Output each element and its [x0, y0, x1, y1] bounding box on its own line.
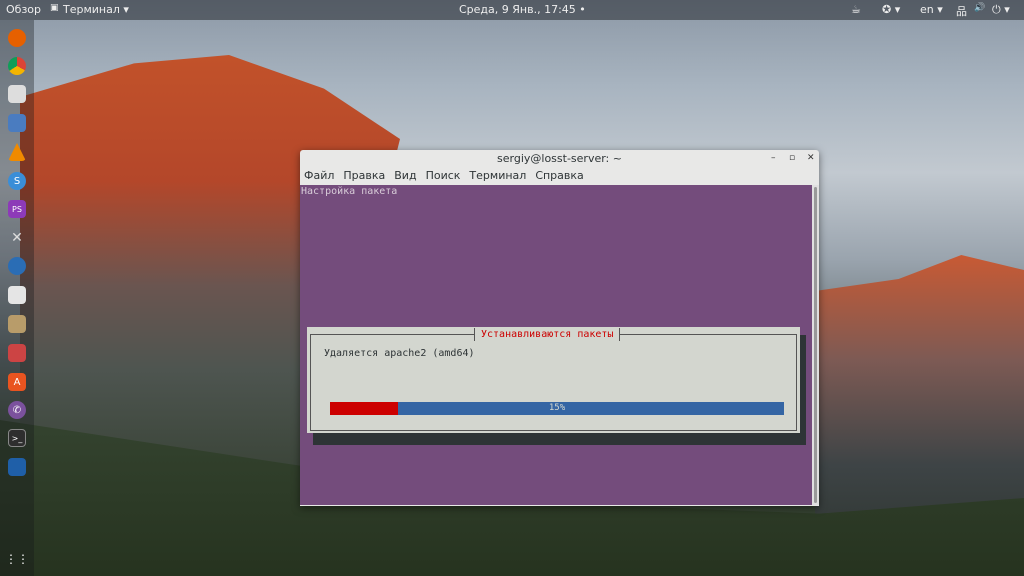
dock: S PS ✕ A ✆ >_ ⋮⋮ [0, 20, 34, 576]
terminal-area[interactable]: Настройка пакета Устанавливаются пакеты … [300, 185, 812, 505]
minimize-button[interactable]: – [771, 150, 776, 167]
terminal-small-icon: ▣ [50, 3, 59, 13]
maximize-button[interactable]: ▫ [789, 150, 795, 167]
power-icon[interactable]: ⏻ ▾ [992, 3, 1010, 17]
firefox-icon[interactable] [8, 29, 26, 47]
app-menu[interactable]: Терминал ▾ [63, 3, 129, 16]
accessibility-icon[interactable]: ✪ ▾ [882, 3, 900, 16]
progress-bar: 15% [330, 402, 784, 415]
top-bar: Обзор ▣ Терминал ▾ Среда, 9 Янв., 17:45 … [0, 0, 1024, 20]
vlc-icon[interactable] [8, 143, 26, 161]
scrollbar-thumb[interactable] [814, 187, 817, 503]
apps-grid-icon[interactable]: ⋮⋮ [5, 550, 29, 568]
menu-terminal[interactable]: Терминал [469, 167, 526, 185]
dialog-frame: Устанавливаются пакеты Удаляется apache2… [310, 328, 797, 431]
menu-file[interactable]: Файл [304, 167, 334, 185]
network-icon[interactable]: 品 [956, 3, 967, 19]
menu-help[interactable]: Справка [535, 167, 583, 185]
window-titlebar[interactable]: sergiy@losst-server: ~ – ▫ ✕ [300, 150, 819, 167]
tools-icon[interactable]: ✕ [8, 229, 26, 247]
software-center-icon[interactable]: A [8, 373, 26, 391]
image-viewer-icon[interactable] [8, 315, 26, 333]
scrollbar[interactable] [812, 185, 819, 505]
tweak-icon[interactable] [8, 85, 26, 103]
calculator-icon[interactable] [8, 286, 26, 304]
language-selector[interactable]: en ▾ [920, 3, 943, 16]
progress-fill [330, 402, 399, 415]
menu-bar: Файл Правка Вид Поиск Терминал Справка [300, 167, 819, 185]
chrome-icon[interactable] [8, 57, 26, 75]
dialog-title: Устанавливаются пакеты [474, 328, 621, 341]
window-title: sergiy@losst-server: ~ [497, 152, 622, 165]
installer-icon[interactable] [8, 344, 26, 362]
phpstorm-icon[interactable]: PS [8, 200, 26, 218]
terminal-icon[interactable]: >_ [8, 429, 26, 447]
thunderbird-icon[interactable] [8, 257, 26, 275]
menu-search[interactable]: Поиск [426, 167, 461, 185]
progress-label: 15% [548, 403, 566, 413]
volume-icon[interactable]: 🔊 [974, 3, 985, 13]
files-icon[interactable] [8, 114, 26, 132]
close-button[interactable]: ✕ [807, 150, 815, 167]
menu-edit[interactable]: Правка [343, 167, 385, 185]
cup-icon[interactable]: ☕ [851, 3, 861, 16]
menu-view[interactable]: Вид [394, 167, 416, 185]
activities-button[interactable]: Обзор [6, 3, 41, 16]
viber-icon[interactable]: ✆ [8, 401, 26, 419]
virtualbox-icon[interactable] [8, 458, 26, 476]
clock[interactable]: Среда, 9 Янв., 17:45 • [459, 3, 586, 16]
simplenote-icon[interactable]: S [8, 172, 26, 190]
terminal-header-text: Настройка пакета [301, 186, 398, 197]
dialog-message: Удаляется apache2 (amd64) [324, 348, 475, 359]
terminal-window: sergiy@losst-server: ~ – ▫ ✕ Файл Правка… [300, 150, 819, 506]
progress-dialog: Устанавливаются пакеты Удаляется apache2… [307, 327, 800, 433]
